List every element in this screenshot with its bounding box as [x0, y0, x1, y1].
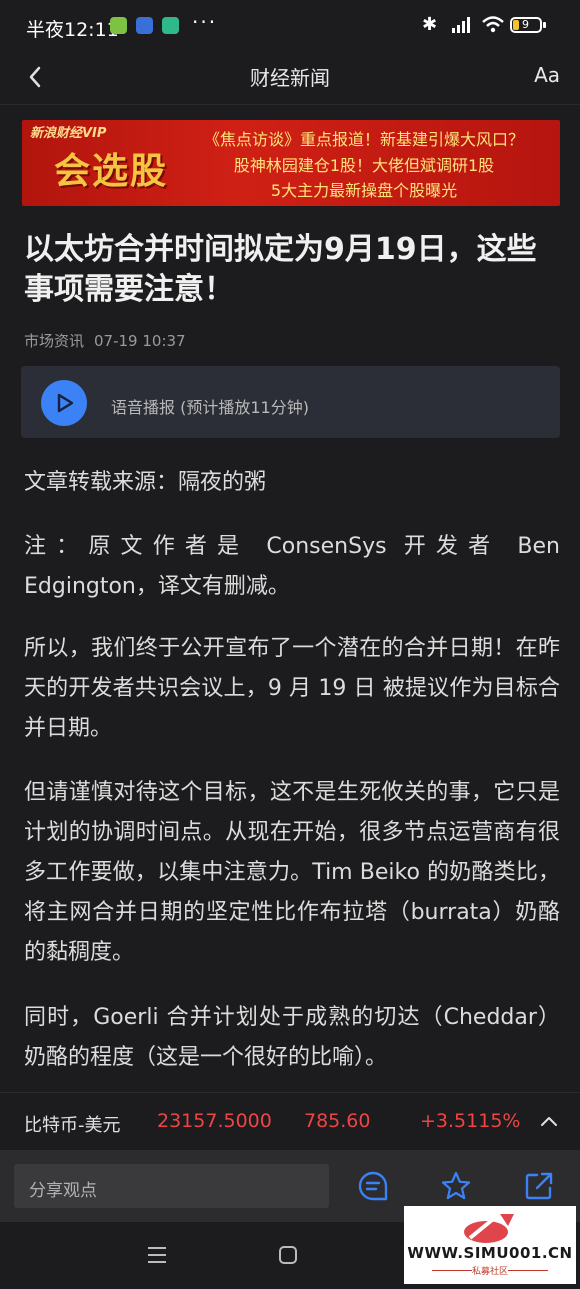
ticker-change-percent: +3.5115%: [420, 1110, 521, 1132]
ad-banner[interactable]: 新浪财经VIP 会选股 《焦点访谈》重点报道！新基建引爆大风口？ 股神林园建仓1…: [22, 120, 560, 206]
app-notification-icon: [136, 17, 153, 34]
page-title: 财经新闻: [250, 66, 330, 90]
play-button[interactable]: [41, 380, 87, 426]
banner-line-2: 股神林园建仓1股！大佬但斌调研1股: [233, 156, 495, 175]
ticker-name: 比特币-美元: [24, 1115, 121, 1136]
audio-label: 语音播报 (预计播放11分钟): [111, 398, 309, 417]
header-divider: [0, 104, 580, 105]
share-icon[interactable]: [523, 1170, 555, 1202]
more-notifications-icon: ···: [192, 10, 218, 34]
article-paragraph: 但请谨慎对待这个目标，这不是生死攸关的事，它只是计划的协调时间点。从现在开始，很…: [24, 780, 560, 965]
banner-line-1: 《焦点访谈》重点报道！新基建引爆大风口？: [203, 130, 524, 149]
battery-icon: 9: [510, 17, 542, 33]
status-bar: 半夜12:11 ··· ✱ 9: [0, 0, 580, 52]
article-datetime: 07-19 10:37: [94, 332, 186, 350]
app-header: 财经新闻 Aa: [0, 52, 580, 104]
status-time: 半夜12:11: [26, 19, 119, 41]
article-source: 市场资讯: [24, 332, 85, 350]
watermark-sub: 私募社区: [471, 1267, 508, 1277]
banner-line-3: 5大主力最新操盘个股曝光: [270, 181, 458, 200]
bluetooth-icon: ✱: [422, 14, 438, 35]
article-paragraph: 所以，我们终于公开宣布了一个潜在的合并日期！在昨天的开发者共识会议上，9 月 1…: [24, 636, 560, 741]
battery-level: 9: [522, 18, 529, 31]
article-paragraph: 文章转载来源：隔夜的粥: [24, 470, 267, 495]
article-paragraph: 注：原文作者是 ConsenSys 开发者 Ben Edgington，译文有删…: [24, 534, 560, 599]
ticker-change: 785.60: [304, 1110, 371, 1132]
share-placeholder: 分享观点: [29, 1181, 97, 1201]
article-meta: 市场资讯 07-19 10:37: [24, 330, 186, 351]
star-icon[interactable]: [440, 1170, 472, 1202]
banner-headline: 会选股: [54, 151, 169, 192]
chevron-up-icon[interactable]: [538, 1111, 560, 1133]
watermark-url: WWW.SIMU001.CN: [407, 1244, 573, 1262]
shield-icon: [162, 17, 179, 34]
home-icon[interactable]: [277, 1244, 299, 1266]
play-icon: [57, 393, 74, 413]
wifi-icon: [482, 16, 504, 33]
banner-brand: 新浪财经VIP: [30, 126, 107, 141]
article-title: 以太坊合并时间拟定为9月19日，这些事项需要注意！: [24, 232, 537, 307]
menu-icon[interactable]: [146, 1244, 168, 1266]
font-size-button[interactable]: Aa: [534, 63, 560, 87]
share-opinion-input[interactable]: 分享观点: [14, 1164, 329, 1208]
download-icon: [110, 17, 127, 34]
ticker-price: 23157.5000: [157, 1110, 272, 1132]
signal-icon: [452, 17, 470, 33]
comment-icon[interactable]: [357, 1170, 389, 1202]
watermark: WWW.SIMU001.CN 私募社区: [404, 1206, 576, 1284]
watermark-logo-icon: [464, 1214, 514, 1243]
audio-player[interactable]: 语音播报 (预计播放11分钟): [21, 366, 560, 438]
article-paragraph: 同时，Goerli 合并计划处于成熟的切达（Cheddar）奶酪的程度（这是一个…: [24, 1005, 560, 1070]
price-ticker[interactable]: 比特币-美元 23157.5000 785.60 +3.5115%: [0, 1092, 580, 1151]
